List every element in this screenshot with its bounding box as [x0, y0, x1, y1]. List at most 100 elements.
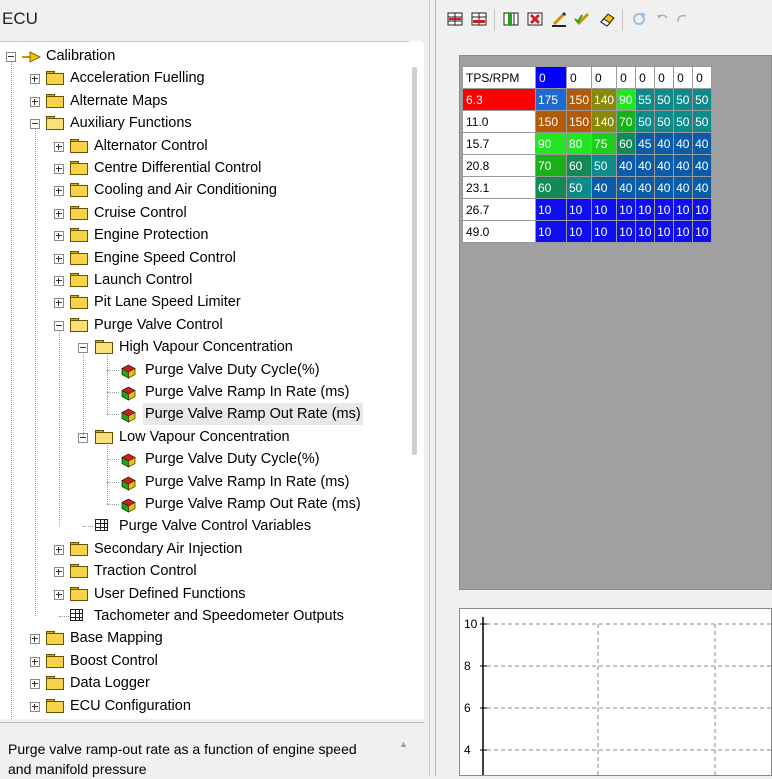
column-header[interactable]: 0	[616, 66, 637, 89]
map-cell[interactable]: 50	[673, 88, 694, 111]
tree-item[interactable]: Alternator Control	[0, 135, 405, 157]
tree-item[interactable]: Engine Speed Control	[0, 247, 405, 269]
map-cell[interactable]: 10	[692, 198, 713, 221]
map-cell[interactable]: 60	[535, 176, 567, 199]
map-cell[interactable]: 10	[565, 220, 593, 243]
column-header[interactable]: 0	[591, 66, 618, 89]
tree-item[interactable]: Acceleration Fuelling	[0, 67, 405, 89]
tree-item[interactable]: Centre Differential Control	[0, 157, 405, 179]
map-cell[interactable]: 40	[616, 176, 637, 199]
map-cell[interactable]: 50	[635, 110, 656, 133]
map-cell[interactable]: 40	[616, 154, 637, 177]
map-cell[interactable]: 10	[535, 220, 567, 243]
column-header[interactable]: 0	[535, 66, 567, 89]
refresh-icon[interactable]	[630, 10, 648, 28]
expand-icon[interactable]	[54, 544, 64, 555]
expand-icon[interactable]	[30, 679, 40, 690]
map-cell[interactable]: 10	[673, 220, 694, 243]
map-cell[interactable]: 140	[591, 88, 618, 111]
tree-item[interactable]: Purge Valve Control Variables	[0, 515, 405, 537]
map-cell[interactable]: 90	[535, 132, 567, 155]
map-cell[interactable]: 50	[654, 88, 675, 111]
expand-icon[interactable]	[54, 276, 64, 286]
map-cell[interactable]: 40	[673, 132, 694, 155]
tree-item[interactable]: Auxiliary Functions	[0, 112, 405, 134]
insert-column-icon[interactable]	[502, 10, 520, 28]
map-cell[interactable]: 40	[635, 154, 656, 177]
tree-item[interactable]: Cooling and Air Conditioning	[0, 179, 405, 201]
redo-icon[interactable]	[674, 10, 692, 28]
column-header[interactable]: 0	[692, 66, 713, 89]
map-cell[interactable]: 50	[565, 176, 593, 199]
map-cell[interactable]: 80	[565, 132, 593, 155]
map-cell[interactable]: 10	[616, 198, 637, 221]
calibration-tree[interactable]: Calibration Acceleration Fuelling Alternat…	[0, 41, 424, 719]
map-cell[interactable]: 50	[692, 88, 713, 111]
map-table[interactable]: TPS/RPM 0 0 0 0 0 0 0 0 6.3 175 150 140 90 55 50 50 50 11.…	[462, 66, 713, 243]
eraser-icon[interactable]	[598, 10, 616, 28]
map-cell[interactable]: 40	[654, 132, 675, 155]
tree-item[interactable]: High Vapour Concentration	[0, 336, 405, 358]
map-cell[interactable]: 10	[692, 220, 713, 243]
column-header[interactable]: 0	[654, 66, 675, 89]
tree-item[interactable]: Calibration	[0, 45, 405, 67]
row-header[interactable]: 11.0	[462, 110, 536, 133]
tree-item[interactable]: Base Mapping	[0, 627, 405, 649]
row-header[interactable]: 15.7	[462, 132, 536, 155]
map-cell[interactable]: 10	[635, 220, 656, 243]
map-cell[interactable]: 50	[591, 154, 618, 177]
map-cell[interactable]: 55	[635, 88, 656, 111]
tree-item[interactable]: Data Logger	[0, 672, 405, 694]
tree-scrollbar-thumb[interactable]	[412, 67, 417, 455]
expand-icon[interactable]	[54, 141, 64, 152]
expand-icon[interactable]	[30, 656, 40, 667]
row-header[interactable]: 20.8	[462, 154, 536, 177]
map-cell[interactable]: 10	[616, 220, 637, 243]
tree-item[interactable]: Traction Control	[0, 560, 405, 582]
delete-column-icon[interactable]	[526, 10, 544, 28]
tree-item[interactable]: Secondary Air Injection	[0, 538, 405, 560]
expand-icon[interactable]	[54, 298, 64, 309]
column-header[interactable]: 0	[673, 66, 694, 89]
map-cell[interactable]: 10	[635, 198, 656, 221]
tree-item[interactable]: Purge Valve Control	[0, 314, 405, 336]
map-cell[interactable]: 10	[535, 198, 567, 221]
tree-item[interactable]: Purge Valve Ramp Out Rate (ms)	[0, 493, 405, 515]
map-cell[interactable]: 70	[535, 154, 567, 177]
column-header[interactable]: 0	[635, 66, 656, 89]
panel-splitter[interactable]	[424, 0, 438, 776]
expand-icon[interactable]	[30, 634, 40, 645]
map-cell[interactable]: 40	[692, 154, 713, 177]
delete-row-icon[interactable]	[470, 10, 488, 28]
expand-icon[interactable]	[30, 701, 40, 712]
map-cell[interactable]: 90	[616, 88, 637, 111]
tree-item[interactable]: Purge Valve Duty Cycle(%)	[0, 359, 405, 381]
expand-icon[interactable]	[54, 164, 64, 174]
map-cell[interactable]: 140	[591, 110, 618, 133]
map-cell[interactable]: 150	[535, 110, 567, 133]
expand-icon[interactable]	[54, 231, 64, 242]
row-header[interactable]: 6.3	[462, 88, 536, 111]
expand-icon[interactable]	[54, 186, 64, 197]
map-cell[interactable]: 50	[692, 110, 713, 133]
map-cell[interactable]: 70	[616, 110, 637, 133]
tree-item[interactable]: Purge Valve Ramp In Rate (ms)	[0, 471, 405, 493]
edit-axis-icon[interactable]	[550, 10, 568, 28]
expand-icon[interactable]	[30, 96, 40, 107]
map-cell[interactable]: 50	[654, 110, 675, 133]
expand-icon[interactable]	[54, 589, 64, 600]
tree-item[interactable]: Engine Protection	[0, 224, 405, 246]
map-cell[interactable]: 40	[591, 176, 618, 199]
edit-check-icon[interactable]	[574, 10, 592, 28]
tree-item[interactable]: Boost Control	[0, 650, 405, 672]
row-header[interactable]: 49.0	[462, 220, 536, 243]
map-cell[interactable]: 40	[654, 176, 675, 199]
tree-item[interactable]: User Defined Functions	[0, 583, 405, 605]
map-cell[interactable]: 10	[654, 198, 675, 221]
expand-icon[interactable]	[54, 208, 64, 219]
map-cell[interactable]: 10	[654, 220, 675, 243]
map-cell[interactable]: 175	[535, 88, 567, 111]
map-cell[interactable]: 10	[673, 198, 694, 221]
tree-item[interactable]: Launch Control	[0, 269, 405, 291]
tree-item[interactable]: Pit Lane Speed Limiter	[0, 291, 405, 313]
